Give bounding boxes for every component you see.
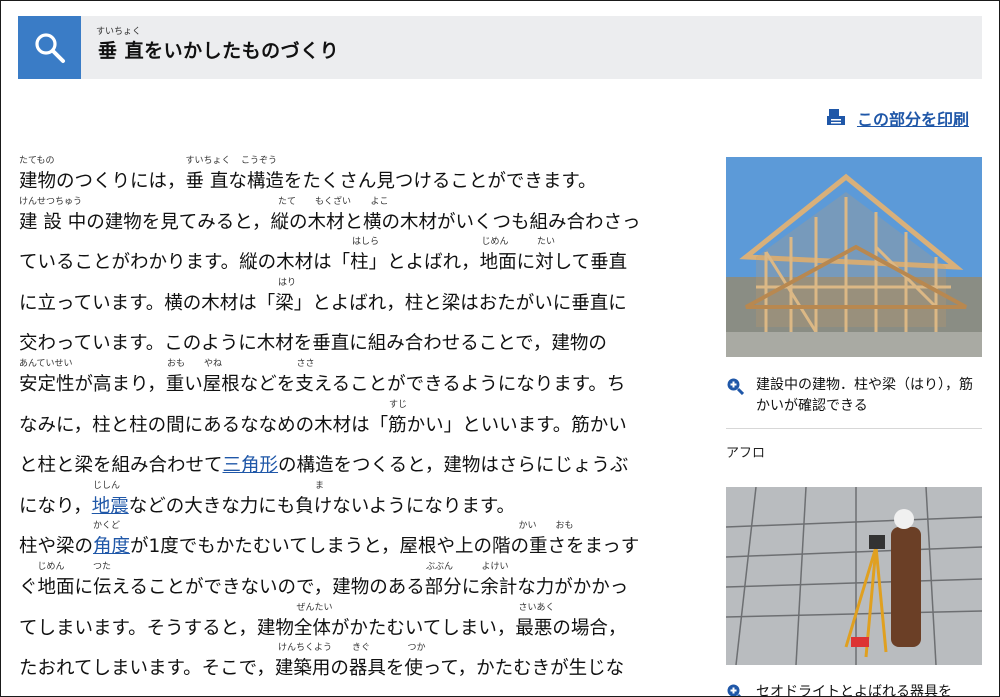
ruby-text: はり [278,277,297,288]
ruby-text: おも [167,358,186,369]
ruby-text: ささ [296,358,315,369]
article-line: けんちくよう きぐ つか たおれてしまいます。そこで，建築用の器具を使って，かたむきが… [19,643,709,685]
search-button[interactable] [18,16,81,79]
line-text: と柱と梁を組み合わせて三角形の構造をつくると，建物はさらにじょうぶ [19,455,629,477]
ruby-text: かくど [93,521,121,532]
article-line: 交わっています。このように木材を垂直に組み合わせることで，建物の [19,319,709,360]
ruby-text: すいちょく [185,156,231,166]
photo-caption-2: セオドライトとよばれる器具を [726,681,982,697]
zoom-icon[interactable] [726,683,744,697]
section-header: すいちょく 垂 直をいかしたものづくり [18,16,982,79]
glossary-link[interactable]: 地震 [92,496,129,517]
print-section-link[interactable]: この部分を印刷 [826,106,969,130]
glossary-link[interactable]: 角度 [93,536,130,557]
ruby-text: あんていせい [19,358,73,369]
article-line: はりに立っています。横の木材は「梁」とよばれ，柱と梁はおたがいに垂直に [19,277,709,320]
line-text: 交わっています。このように木材を垂直に組み合わせることで，建物の [19,333,607,355]
construction-photo[interactable] [726,157,982,357]
ruby-text: さいあく [518,602,555,613]
print-label: この部分を印刷 [856,110,969,129]
article-line: けんせつちゅう たて もくざい よこ建 設 中の建物を見てみると，縦の木材と横の木材が… [19,196,709,239]
ruby-text: すじ [389,399,408,410]
ruby-text: つか [407,643,426,654]
ruby-text: こうぞう [241,156,278,166]
glossary-link[interactable]: 三角形 [223,455,279,476]
sidebar: 建設中の建物．柱や梁（はり），筋かいが確認できる アフロ セオドライトとよばれる… [726,157,982,696]
photo-credit: アフロ [726,446,766,461]
ruby-text: たてもの [19,156,55,166]
ruby-text: けんちくよう [278,643,333,654]
article-line: はしら じめん たい ていることがわかります。縦の木材は「柱」とよばれ，地面に対して垂… [19,237,709,279]
section-title: 垂 直をいかしたものづくり [98,40,340,62]
ruby-text: ま [315,480,325,491]
ruby-text: かい [518,521,537,532]
ruby-text: じしん [93,480,121,491]
line-text: 建 設 中の建物を見てみると，縦の木材と横の木材がいくつも組み合わさっ [19,211,641,233]
line-text: 安定性が高まり，重い屋根などを支えることができるようになります。ち [19,373,626,395]
article-body: たてもの すいちょく こうぞう建物のつくりには，垂 直な構造をたくさん見つけることが… [19,156,709,685]
ruby-text: ぶぶん [426,561,454,572]
ruby-text: よけい [481,561,509,572]
ruby-text: はしら [352,237,380,248]
article-line: すじなみに，柱と柱の間にあるななめの木材は「筋かい」といいます。筋かい [19,399,709,442]
article-line: あんていせい おも やね ささ安定性が高まり，重い屋根などを支えることができるようにな… [19,358,709,401]
ruby-text: やね [204,358,223,369]
article-line: と柱と梁を組み合わせて三角形の構造をつくると，建物はさらにじょうぶ [19,441,709,482]
ruby-text: ぜんたい [296,602,333,613]
ruby-text: もくざい [315,196,352,207]
article-line: たてもの すいちょく こうぞう建物のつくりには，垂 直な構造をたくさん見つけることが… [19,156,709,198]
ruby-text: たい [537,237,556,248]
photo-caption-1: 建設中の建物．柱や梁（はり），筋かいが確認できる [726,375,982,417]
line-text: に立っています。横の木材は「梁」とよばれ，柱と梁はおたがいに垂直に [19,292,627,314]
line-text: なみに，柱と柱の間にあるななめの木材は「筋かい」といいます。筋かい [19,414,627,436]
ruby-text: つた [93,561,112,572]
line-text: 柱や梁の角度が1度でもかたむいてしまうと，屋根や上の階の重さをまっす [19,536,640,558]
ruby-text: よこ [370,196,389,207]
print-icon [826,109,845,125]
page-frame: すいちょく 垂 直をいかしたものづくり この部分を印刷 たてもの すいちょく こうぞ… [0,0,1000,697]
article-line: ぜんたい さいあくてしまいます。そうすると，建物全体がかたむいてしまい，最悪の場合… [19,602,709,645]
line-text: てしまいます。そうすると，建物全体がかたむいてしまい，最悪の場合， [19,617,627,639]
article-line: じしん まになり，地震などの大きな力にも負けないようになります。 [19,480,709,523]
ruby-text: おも [555,521,574,532]
theodolite-photo[interactable] [726,487,982,665]
caption-text: セオドライトとよばれる器具を [756,684,952,697]
ruby-text: じめん [37,561,65,572]
ruby-text: きぐ [352,643,371,654]
line-text: 建物のつくりには，垂 直な構造をたくさん見つけることができます。 [19,171,597,192]
line-text: ぐ地面に伝えることができないので，建物のある部分に余計な力がかかっ [19,576,629,598]
article-line: じめん つた ぶぶん よけいぐ地面に伝えることができないので，建物のある部分に余計な力… [19,561,709,604]
line-text: になり，地震などの大きな力にも負けないようになります。 [19,495,516,517]
article-line: かくど かい おも柱や梁の角度が1度でもかたむいてしまうと，屋根や上の階の重さをまっ… [19,521,709,563]
search-icon [35,33,65,63]
caption-text: 建設中の建物．柱や梁（はり），筋かいが確認できる [756,377,973,414]
zoom-icon[interactable] [726,377,744,395]
ruby-text: じめん [481,237,509,248]
ruby-text: たて [278,196,297,207]
divider [726,428,982,429]
ruby-text: けんせつちゅう [19,196,83,207]
